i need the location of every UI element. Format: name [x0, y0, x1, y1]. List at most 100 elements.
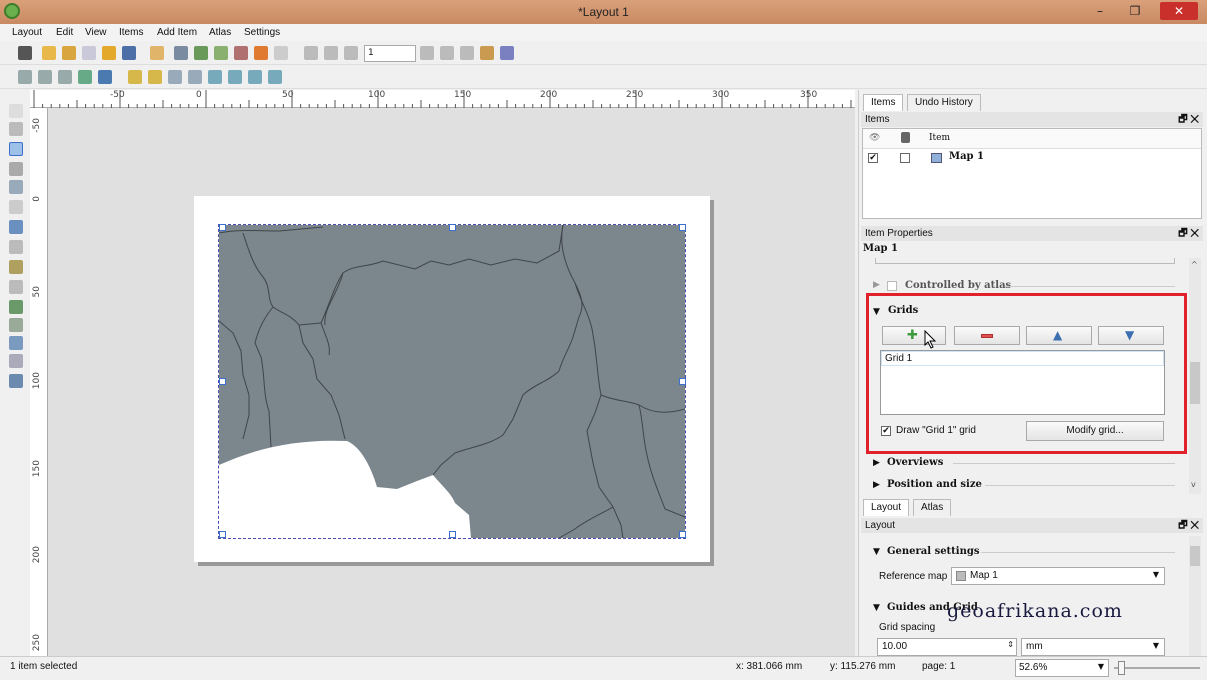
resize-handle[interactable] — [219, 378, 226, 385]
collapse-arrow-icon[interactable]: ▼ — [873, 603, 880, 613]
close-button[interactable]: ✕ — [1160, 2, 1198, 20]
undo-icon[interactable] — [254, 46, 268, 60]
add-label-icon[interactable] — [9, 260, 23, 274]
collapse-arrow-icon[interactable]: ▼ — [873, 307, 880, 317]
properties-scrollbar[interactable]: ^ v — [1189, 258, 1201, 494]
dock-float-close-icon[interactable]: 🗗 ✕ — [1178, 226, 1199, 241]
grid-unit-select[interactable]: mm ▼ — [1021, 638, 1165, 656]
list-item[interactable]: Grid 1 — [881, 351, 1164, 366]
layout-scrollbar[interactable] — [1189, 536, 1201, 656]
zoom-slider-handle[interactable] — [1118, 661, 1125, 675]
add-picture-icon[interactable] — [9, 240, 23, 254]
zoom-out-icon[interactable] — [38, 70, 52, 84]
move-grid-up-button[interactable]: ▲ — [1026, 326, 1092, 345]
controlled-by-atlas-checkbox[interactable] — [887, 281, 897, 291]
add-legend-icon[interactable] — [9, 280, 23, 294]
modify-grid-button[interactable]: Modify grid... — [1026, 421, 1164, 441]
scroll-thumb[interactable] — [1190, 362, 1200, 404]
position-size-section[interactable]: Position and size — [887, 479, 982, 490]
menu-items[interactable]: Items — [119, 24, 143, 41]
menu-atlas[interactable]: Atlas — [209, 24, 231, 41]
draw-grid-checkbox[interactable]: ✔ — [881, 426, 891, 436]
lower-items-icon[interactable] — [148, 70, 162, 84]
resize-icon[interactable] — [268, 70, 282, 84]
open-template-icon[interactable] — [102, 46, 116, 60]
redo-icon[interactable] — [274, 46, 288, 60]
resize-handle[interactable] — [219, 531, 226, 538]
collapse-arrow-icon[interactable]: ▼ — [873, 547, 880, 557]
add-pages-icon[interactable] — [150, 46, 164, 60]
resize-handle[interactable] — [449, 531, 456, 538]
new-layout-icon[interactable] — [42, 46, 56, 60]
grids-section[interactable]: Grids — [888, 305, 918, 316]
export-image-icon[interactable] — [194, 46, 208, 60]
previous-feature-icon[interactable] — [344, 46, 358, 60]
dock-float-close-icon[interactable]: 🗗 ✕ — [1178, 112, 1199, 127]
next-feature-icon[interactable] — [420, 46, 434, 60]
restore-button[interactable]: ❐ — [1120, 2, 1150, 20]
menu-view[interactable]: View — [85, 24, 107, 41]
export-svg-icon[interactable] — [214, 46, 228, 60]
map-item[interactable] — [218, 224, 686, 539]
add-3d-map-icon[interactable] — [9, 220, 23, 234]
zoom-100-icon[interactable] — [58, 70, 72, 84]
zoom-slider[interactable] — [1114, 661, 1200, 675]
scroll-down-icon[interactable]: v — [1191, 480, 1196, 489]
menu-settings[interactable]: Settings — [244, 24, 280, 41]
remove-grid-button[interactable] — [954, 326, 1020, 345]
export-atlas-icon[interactable] — [480, 46, 494, 60]
add-html-icon[interactable] — [9, 374, 23, 388]
resize-handle[interactable] — [449, 224, 456, 231]
align-left-icon[interactable] — [228, 70, 242, 84]
dock-float-close-icon[interactable]: 🗗 ✕ — [1178, 518, 1199, 533]
zoom-full-icon[interactable] — [78, 70, 92, 84]
select-tool-icon[interactable] — [9, 142, 23, 156]
lock-checkbox[interactable] — [900, 153, 910, 163]
tab-layout[interactable]: Layout — [863, 499, 910, 516]
zoom-select[interactable]: 52.6% ▼ — [1015, 659, 1109, 677]
print-atlas-icon[interactable] — [460, 46, 474, 60]
add-scalebar-icon[interactable] — [9, 300, 23, 314]
refresh-icon[interactable] — [98, 70, 112, 84]
minimize-button[interactable]: – — [1085, 2, 1115, 20]
grid-list[interactable]: Grid 1 — [880, 350, 1165, 415]
scroll-up-icon[interactable]: ^ — [1191, 260, 1198, 269]
distribute-icon[interactable] — [248, 70, 262, 84]
tab-atlas[interactable]: Atlas — [913, 499, 952, 516]
grid-spacing-input[interactable]: 10.00 ⇕ — [877, 638, 1017, 656]
add-map-icon[interactable] — [9, 200, 23, 214]
atlas-settings-icon[interactable] — [500, 46, 514, 60]
print-icon[interactable] — [174, 46, 188, 60]
table-row[interactable]: ✔ Map 1 — [863, 149, 1201, 167]
ungroup-items-icon[interactable] — [188, 70, 202, 84]
resize-handle[interactable] — [679, 378, 686, 385]
menu-add-item[interactable]: Add Item — [157, 24, 197, 41]
last-feature-icon[interactable] — [440, 46, 454, 60]
pan-icon[interactable] — [9, 104, 23, 118]
tab-items[interactable]: Items — [863, 94, 904, 111]
resize-handle[interactable] — [219, 224, 226, 231]
export-pdf-icon[interactable] — [234, 46, 248, 60]
general-settings-section[interactable]: General settings — [887, 546, 980, 557]
add-table-icon[interactable] — [9, 354, 23, 368]
scroll-thumb[interactable] — [1190, 546, 1200, 566]
atlas-preview-icon[interactable] — [304, 46, 318, 60]
expand-arrow-icon[interactable]: ▶ — [873, 480, 880, 490]
add-shape-icon[interactable] — [9, 336, 23, 350]
duplicate-layout-icon[interactable] — [62, 46, 76, 60]
layout-manager-icon[interactable] — [82, 46, 96, 60]
move-content-icon[interactable] — [9, 162, 23, 176]
expand-arrow-icon[interactable]: ▶ — [873, 458, 880, 468]
add-north-arrow-icon[interactable] — [9, 318, 23, 332]
first-feature-icon[interactable] — [324, 46, 338, 60]
resize-handle[interactable] — [679, 531, 686, 538]
expand-arrow-icon[interactable]: ▶ — [873, 280, 880, 290]
spinner-icon[interactable]: ⇕ — [1007, 640, 1014, 649]
save-template-icon[interactable] — [122, 46, 136, 60]
menu-layout[interactable]: Layout — [12, 24, 42, 41]
move-grid-down-button[interactable]: ▼ — [1098, 326, 1164, 345]
reference-map-select[interactable]: Map 1 ▼ — [951, 567, 1165, 585]
raise-items-icon[interactable] — [128, 70, 142, 84]
zoom-in-icon[interactable] — [18, 70, 32, 84]
zoom-tool-icon[interactable] — [9, 122, 23, 136]
